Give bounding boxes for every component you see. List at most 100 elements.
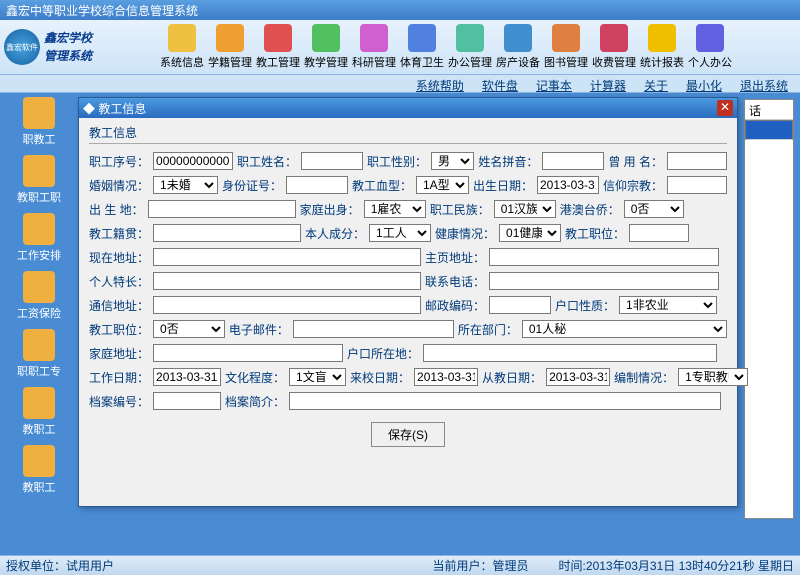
lbl-emp-name: 职工姓名： [237, 153, 297, 170]
menu-item[interactable]: 退出系统 [740, 77, 788, 90]
marry-select[interactable]: 1未婚 [153, 176, 218, 194]
sidebar-item[interactable]: 职教工 [4, 97, 74, 147]
list-row[interactable] [745, 120, 793, 140]
close-icon[interactable]: ✕ [717, 100, 733, 116]
component-select[interactable]: 1工人 [369, 224, 431, 242]
idno-input[interactable] [286, 176, 348, 194]
emp-no-input[interactable] [153, 152, 233, 170]
menu-item[interactable]: 系统帮助 [416, 77, 464, 90]
window-titlebar: 鑫宏中等职业学校综合信息管理系统 [0, 0, 800, 20]
post2-select[interactable]: 0否 [153, 320, 225, 338]
status-user: 管理员 [493, 559, 529, 573]
toolbar-item[interactable]: 房产设备 [495, 24, 541, 70]
lbl-emp-sex: 职工性别： [367, 153, 427, 170]
menu-item[interactable]: 关于 [644, 77, 668, 90]
zip-input[interactable] [489, 296, 551, 314]
toolbar-icon [408, 24, 436, 52]
health-select[interactable]: 01健康 [499, 224, 561, 242]
sidebar-icon [23, 387, 55, 419]
teach-date-input[interactable] [546, 368, 610, 386]
section-label: 教工信息 [89, 124, 727, 141]
used-name-input[interactable] [667, 152, 727, 170]
sidebar-icon [23, 329, 55, 361]
toolbar-icon [168, 24, 196, 52]
emp-name-input[interactable] [301, 152, 363, 170]
mail-addr-input[interactable] [153, 296, 421, 314]
app-logo: 鑫宏软件 鑫宏学校 管理系统 [4, 29, 159, 65]
dialog-titlebar: ◆ 教工信息 ✕ [79, 98, 737, 118]
save-button[interactable]: 保存(S) [371, 422, 445, 447]
toolbar-item[interactable]: 学籍管理 [207, 24, 253, 70]
emp-sex-select[interactable]: 男 [431, 152, 474, 170]
pinyin-input[interactable] [542, 152, 604, 170]
toolbar-item[interactable]: 收费管理 [591, 24, 637, 70]
logo-text: 鑫宏学校 管理系统 [44, 29, 92, 65]
file-no-input[interactable] [153, 392, 221, 410]
toolbar-item[interactable]: 体育卫生 [399, 24, 445, 70]
hukou-type-select[interactable]: 1非农业 [619, 296, 717, 314]
tel-input[interactable] [489, 272, 719, 290]
addr-now-input[interactable] [153, 248, 421, 266]
born-place-input[interactable] [148, 200, 296, 218]
sidebar-item[interactable]: 工资保险 [4, 271, 74, 321]
toolbar-icon [264, 24, 292, 52]
menu-item[interactable]: 软件盘 [482, 77, 518, 90]
specialty-input[interactable] [153, 272, 421, 290]
toolbar-item[interactable]: 教学管理 [303, 24, 349, 70]
toolbar-icon [312, 24, 340, 52]
window-title: 鑫宏中等职业学校综合信息管理系统 [6, 2, 198, 19]
sidebar-item[interactable]: 教职工职 [4, 155, 74, 205]
toolbar-item[interactable]: 统计报表 [639, 24, 685, 70]
toolbar-item[interactable]: 图书管理 [543, 24, 589, 70]
dept-select[interactable]: 01人秘 [522, 320, 727, 338]
list-row[interactable]: 话 [745, 100, 793, 120]
sidebar: 职教工教职工职工作安排工资保险职职工专教职工教职工 [4, 97, 74, 503]
post-input[interactable] [629, 224, 689, 242]
sidebar-item[interactable]: 教职工 [4, 445, 74, 495]
gat-select[interactable]: 0否 [624, 200, 684, 218]
toolbar-icon [504, 24, 532, 52]
toolbar-icon [360, 24, 388, 52]
toolbar-item[interactable]: 教工管理 [255, 24, 301, 70]
menu-item[interactable]: 计算器 [590, 77, 626, 90]
toolbar-icon [696, 24, 724, 52]
file-desc-input[interactable] [289, 392, 721, 410]
edu-select[interactable]: 1文盲 [289, 368, 346, 386]
email-input[interactable] [293, 320, 454, 338]
birth-input[interactable] [537, 176, 599, 194]
family-select[interactable]: 1雇农 [364, 200, 426, 218]
homepage-input[interactable] [489, 248, 719, 266]
toolbar-icon [552, 24, 580, 52]
sidebar-icon [23, 213, 55, 245]
native-input[interactable] [153, 224, 301, 242]
sidebar-item[interactable]: 职职工专 [4, 329, 74, 379]
sidebar-icon [23, 271, 55, 303]
menu-item[interactable]: 最小化 [686, 77, 722, 90]
home-addr-input[interactable] [153, 344, 343, 362]
nation-select[interactable]: 01汉族 [494, 200, 556, 218]
sidebar-item[interactable]: 工作安排 [4, 213, 74, 263]
toolbar-icon [648, 24, 676, 52]
form-grid: 职工序号： 职工姓名： 职工性别：男 姓名拼音： 曾 用 名： 婚姻情况：1未婚… [89, 152, 727, 410]
blood-select[interactable]: 1A型 [416, 176, 469, 194]
hukou-addr-input[interactable] [423, 344, 717, 362]
background-list: 话 [744, 99, 794, 519]
status-org: 试用用户 [66, 559, 114, 573]
come-date-input[interactable] [414, 368, 478, 386]
work-date-input[interactable] [153, 368, 221, 386]
logo-badge: 鑫宏软件 [4, 29, 40, 65]
menu-item[interactable]: 记事本 [536, 77, 572, 90]
toolbar-item[interactable]: 科研管理 [351, 24, 397, 70]
sidebar-icon [23, 445, 55, 477]
religion-input[interactable] [667, 176, 727, 194]
toolbar-item[interactable]: 系统信息 [159, 24, 205, 70]
sidebar-item[interactable]: 教职工 [4, 387, 74, 437]
toolbar-items: 系统信息学籍管理教工管理教学管理科研管理体育卫生办公管理房产设备图书管理收费管理… [159, 24, 733, 70]
toolbar-item[interactable]: 个人办公 [687, 24, 733, 70]
menu-bar: 系统帮助 软件盘 记事本 计算器 关于 最小化 退出系统 [0, 75, 800, 93]
staffing-select[interactable]: 1专职教师 [678, 368, 748, 386]
toolbar-item[interactable]: 办公管理 [447, 24, 493, 70]
toolbar-icon [600, 24, 628, 52]
main-toolbar: 鑫宏软件 鑫宏学校 管理系统 系统信息学籍管理教工管理教学管理科研管理体育卫生办… [0, 20, 800, 75]
dialog-title: 教工信息 [98, 102, 146, 116]
